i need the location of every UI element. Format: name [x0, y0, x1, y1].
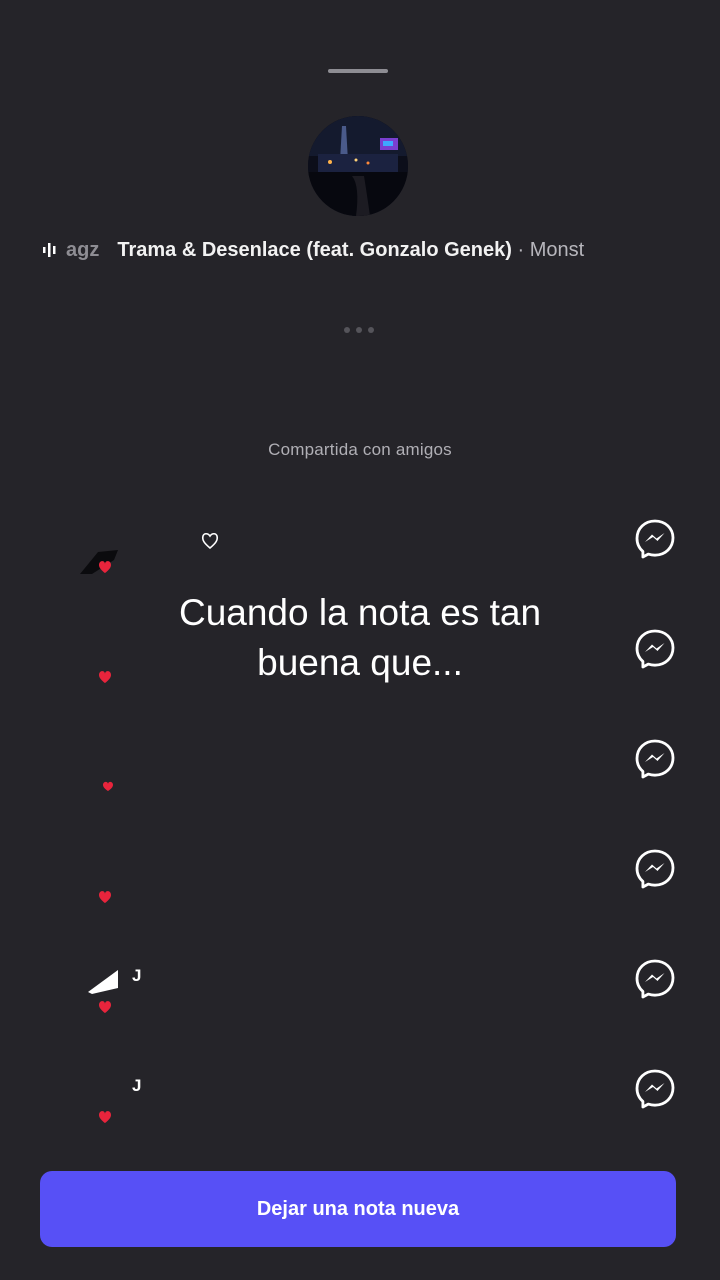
- messenger-icon[interactable]: [634, 738, 676, 780]
- messenger-icon[interactable]: [634, 1068, 676, 1110]
- drag-handle[interactable]: [328, 69, 388, 73]
- song-album: Monst: [529, 239, 585, 261]
- more-options-icon[interactable]: [343, 325, 375, 335]
- heart-icon: [99, 1111, 111, 1123]
- friend-name: J: [132, 1076, 142, 1095]
- song-artist: agz: [66, 239, 100, 261]
- friend-avatar[interactable]: [78, 530, 134, 586]
- friend-row[interactable]: J: [0, 1052, 720, 1162]
- friend-avatar[interactable]: [78, 750, 134, 806]
- messenger-icon[interactable]: [634, 518, 676, 560]
- fade-mask: [618, 236, 678, 264]
- friend-row[interactable]: [0, 722, 720, 832]
- messenger-icon[interactable]: [634, 958, 676, 1000]
- friend-avatar[interactable]: [78, 970, 134, 1026]
- friend-name: J: [132, 966, 142, 985]
- friend-avatar[interactable]: [78, 860, 134, 916]
- heart-icon: [103, 781, 113, 791]
- song-title: Trama & Desenlace (feat. Gonzalo Genek): [117, 239, 512, 261]
- caption-line-1: Cuando la nota es tan: [178, 592, 542, 633]
- song-separator: ·: [517, 239, 525, 261]
- shared-with-friends-label: Compartida con amigos: [268, 440, 452, 459]
- caption-line-2: buena que...: [257, 642, 463, 683]
- new-note-button[interactable]: Dejar una nota nueva: [40, 1171, 676, 1247]
- caption-overlay: Cuando la nota es tan buena que...: [0, 588, 720, 688]
- friend-row[interactable]: J: [0, 942, 720, 1052]
- heart-outline-icon: [201, 532, 219, 550]
- messenger-icon[interactable]: [634, 848, 676, 890]
- album-cover: [308, 116, 408, 216]
- heart-icon: [99, 891, 111, 903]
- audio-wave-icon: [43, 243, 56, 257]
- heart-icon: [99, 1001, 111, 1013]
- song-info[interactable]: agz Trama & Desenlace (feat. Gonzalo Gene…: [42, 236, 678, 264]
- friend-row[interactable]: [0, 832, 720, 942]
- friend-avatar[interactable]: [78, 1080, 134, 1136]
